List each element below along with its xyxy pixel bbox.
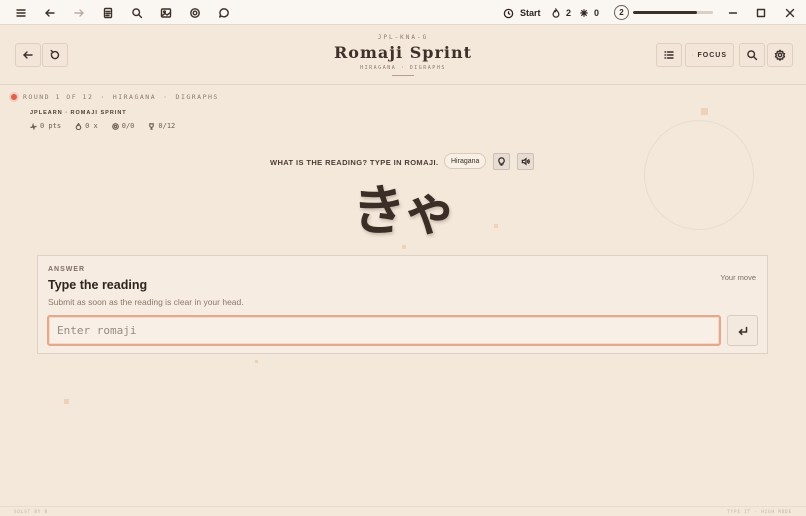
round-set: DIGRAPHS — [175, 93, 219, 101]
live-indicator — [11, 94, 17, 100]
sparkle-stat: 0 — [579, 5, 599, 21]
trophy-icon — [149, 122, 155, 130]
streak-metric: 0 x — [75, 122, 98, 130]
start-button[interactable]: Start — [503, 5, 541, 21]
level-progress-fill — [633, 11, 697, 14]
clock-icon — [503, 8, 514, 18]
breadcrumb: JPLEARN · ROMAJI SPRINT — [30, 110, 127, 116]
start-label: Start — [520, 8, 541, 18]
minimize-icon[interactable] — [723, 3, 743, 23]
focus-button[interactable]: FOCUS — [685, 43, 734, 67]
level-badge: 2 — [614, 5, 629, 20]
best-value: 0/12 — [158, 122, 176, 130]
footer-left: SOLST BY B — [14, 509, 49, 514]
speaker-icon — [521, 157, 530, 166]
list-icon — [664, 51, 674, 59]
list-button[interactable] — [656, 43, 682, 67]
flame-icon — [552, 8, 560, 18]
enter-icon — [738, 326, 747, 335]
round-label: ROUND 1 OF 12 — [23, 93, 94, 101]
sparkle-icon — [580, 9, 588, 17]
answer-hint: Submit as soon as the reading is clear i… — [48, 297, 244, 307]
close-icon[interactable] — [780, 3, 800, 23]
image-icon[interactable] — [156, 3, 176, 23]
separator: · — [163, 93, 169, 101]
round-script: HIRAGANA — [112, 93, 157, 101]
decor-square — [701, 108, 708, 115]
sparkle-count: 0 — [594, 8, 600, 18]
footer-right: TYPE IT · HIGH MODE — [727, 509, 792, 514]
brand-code: JPL-KNA-G — [377, 34, 429, 41]
footer-divider — [0, 506, 806, 507]
answer-overline: ANSWER — [48, 266, 86, 273]
gear-icon — [774, 49, 786, 61]
lightbulb-icon — [498, 157, 505, 166]
back-arrow-icon[interactable] — [40, 3, 60, 23]
answer-title: Type the reading — [48, 278, 148, 292]
flame-icon — [75, 122, 82, 130]
app-header: JPL-KNA-G Romaji Sprint HIRAGANA · DIGRA… — [0, 26, 806, 85]
decor-square — [402, 245, 406, 249]
pulse-icon — [30, 122, 37, 130]
points-value: 0 pts — [40, 122, 62, 130]
romaji-input[interactable] — [47, 315, 721, 346]
level-progress-bar — [633, 11, 713, 14]
streak-stat: 2 — [551, 5, 571, 21]
submit-button[interactable] — [727, 315, 758, 346]
decor-square — [255, 360, 258, 363]
search-button[interactable] — [739, 43, 765, 67]
streak-value: 0 x — [85, 122, 98, 130]
target-icon — [111, 122, 119, 130]
turn-status: Your move — [720, 273, 756, 282]
points-metric: 0 pts — [30, 122, 61, 130]
decor-square — [64, 399, 69, 404]
streak-count: 2 — [566, 8, 572, 18]
focus-icon — [692, 54, 693, 56]
search-icon[interactable] — [127, 3, 147, 23]
answer-card: ANSWER Type the reading Submit as soon a… — [37, 255, 768, 354]
title-underline — [392, 75, 414, 76]
kana-prompt: きゃ — [352, 179, 457, 242]
chat-icon[interactable] — [214, 3, 234, 23]
maximize-icon[interactable] — [751, 3, 771, 23]
window-toolbar: Start 2 0 2 — [0, 0, 806, 25]
document-icon[interactable] — [98, 3, 118, 23]
accuracy-metric: 0/0 — [111, 122, 135, 130]
search-icon — [747, 50, 758, 61]
settings-button[interactable] — [767, 43, 793, 67]
settings-icon[interactable] — [185, 3, 205, 23]
focus-label: FOCUS — [697, 51, 727, 59]
round-info: ROUND 1 OF 12 · HIRAGANA · DIGRAPHS — [23, 93, 219, 101]
accuracy-value: 0/0 — [121, 122, 135, 130]
separator: · — [100, 93, 106, 101]
score-metrics: 0 pts 0 x 0/0 0/12 — [30, 122, 175, 130]
menu-icon[interactable] — [11, 3, 31, 23]
best-metric: 0/12 — [148, 122, 175, 130]
forward-arrow-icon[interactable] — [69, 3, 89, 23]
